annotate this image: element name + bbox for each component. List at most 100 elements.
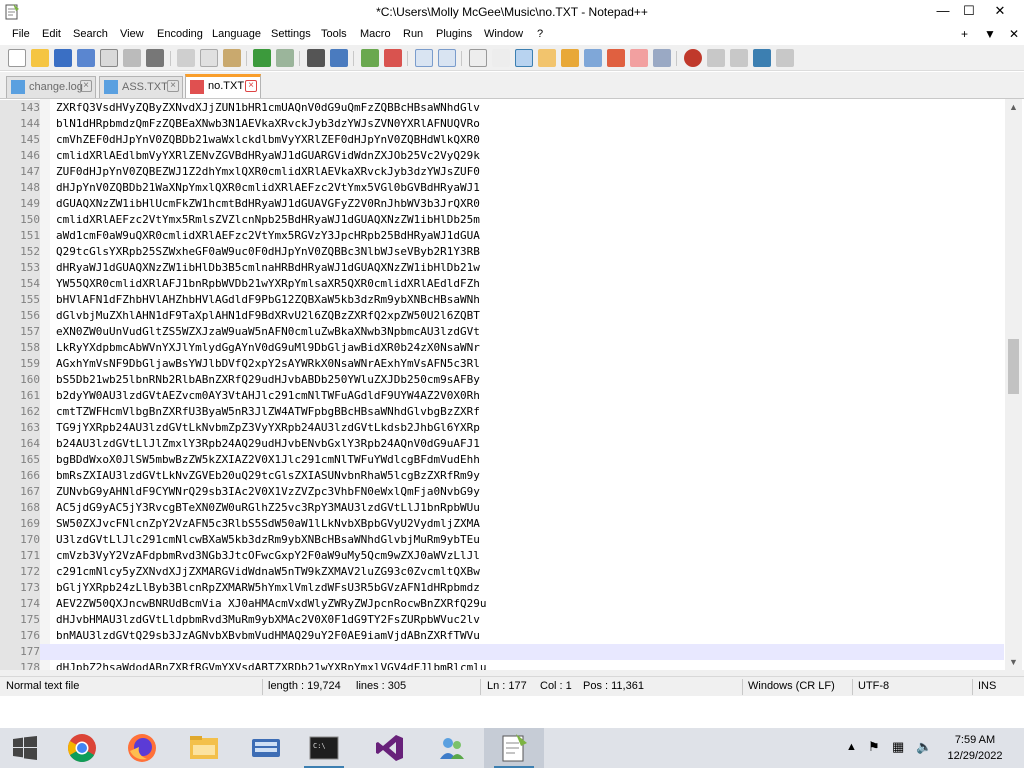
cut-icon[interactable] [177, 49, 195, 67]
editor-line[interactable]: 163 TG9jYXRpb24AU3lzdGVtLkNvbmZpZ3VyYXRpb… [0, 420, 1004, 436]
editor-line[interactable]: 151 aWd1cmF0aW9uQXR0cmlidXRlAEFzc2VtYmx5R… [0, 228, 1004, 244]
start-button[interactable] [0, 728, 50, 768]
taskbar-visual-studio[interactable] [360, 728, 420, 768]
editor-line[interactable]: 145 cmVhZEF0dHJpYnV0ZQBDb21waWxlckdlbmVyY… [0, 132, 1004, 148]
editor-line[interactable]: 147 ZUF0dHJpYnV0ZQBEZWJ1Z2dhYmxlQXR0cmlid… [0, 164, 1004, 180]
line-text[interactable]: ZUF0dHJpYnV0ZQBEZWJ1Z2dhYmxlQXR0cmlidXRl… [56, 164, 480, 180]
line-text[interactable]: Q29tcGlsYXRpb25SZWxheGF0aW9uc0F0dHJpYnV0… [56, 244, 480, 260]
flag-icon[interactable]: ⚑ [868, 739, 880, 768]
line-text[interactable]: c291cmNlcy5yZXNvdXJjZXMARGVidWdnaW5nTW9k… [56, 564, 480, 580]
editor-line[interactable]: 161 b2dyYW0AU3lzdGVtAEZvcm0AY3VtAHJlc291c… [0, 388, 1004, 404]
editor-line[interactable]: 155 bHVlAFN1dFZhbHVlAHZhbHVlAGdldF9PbG12Z… [0, 292, 1004, 308]
word-wrap-icon[interactable] [469, 49, 487, 67]
menu-view[interactable]: View [120, 28, 144, 40]
replace-icon[interactable] [330, 49, 348, 67]
indent-guide-icon[interactable] [515, 49, 533, 67]
copy-icon[interactable] [200, 49, 218, 67]
function-list-icon[interactable] [607, 49, 625, 67]
line-text[interactable]: dHRyaWJ1dGUAQXNzZW1ibHlDb3B5cmlnaHRBdHRy… [56, 260, 480, 276]
menu-search[interactable]: Search [73, 28, 108, 40]
line-text[interactable]: cmlidXRlAEFzc2VtYmx5RmlsZVZlcnNpb25BdHRy… [56, 212, 480, 228]
line-text[interactable]: dGUAQXNzZW1ibHlUcmFkZW1hcmtBdHRyaWJ1dGUA… [56, 196, 480, 212]
vertical-scrollbar[interactable]: ▲ ▼ [1005, 99, 1022, 670]
scroll-up-icon[interactable]: ▲ [1005, 99, 1022, 116]
line-text[interactable]: ZXRfQ3VsdHVyZQByZXNvdXJjZUN1bHR1cmUAQnV0… [56, 100, 480, 116]
line-text[interactable]: bgBDdWxoX0JlSW5mbwBzZW5kZXIAZ2V0X1Jlc291… [56, 452, 480, 468]
menu-macro[interactable]: Macro [360, 28, 391, 40]
tab-change-log[interactable]: change.log × [6, 76, 96, 98]
close-button[interactable]: ✕ [980, 0, 1020, 24]
scroll-down-icon[interactable]: ▼ [1005, 654, 1022, 670]
zoom-out-icon[interactable] [384, 49, 402, 67]
line-text[interactable]: LkRyYXdpbmcAbWVnYXJlYmlydGgAYnV0dG9uMl9D… [56, 340, 480, 356]
new-tab-button[interactable]: + [961, 27, 968, 41]
editor-line[interactable]: 150 cmlidXRlAEFzc2VtYmx5RmlsZVZlcnNpb25Bd… [0, 212, 1004, 228]
document-list-icon[interactable] [584, 49, 602, 67]
editor-line[interactable]: 174 AEV2ZW50QXJncwBNRUdBcmVia XJ0aHMAcmVx… [0, 596, 1004, 612]
editor-line[interactable]: 177 [0, 644, 1004, 660]
line-text[interactable]: AEV2ZW50QXJncwBNRUdBcmVia XJ0aHMAcmVxdWl… [56, 596, 486, 612]
editor-line[interactable]: 169 SW50ZXJvcFNlcnZpY2VzAFN5c3RlbS5SdW50a… [0, 516, 1004, 532]
run-macro-multiple-icon[interactable] [753, 49, 771, 67]
print-icon[interactable] [146, 49, 164, 67]
zoom-in-icon[interactable] [361, 49, 379, 67]
document-map-icon[interactable] [561, 49, 579, 67]
editor-line[interactable]: 175 dHJvbHMAU3lzdGVtLldpbmRvd3MuRm9ybXMAc… [0, 612, 1004, 628]
editor-line[interactable]: 143 ZXRfQ3VsdHVyZQByZXNvdXJjZUN1bHR1cmUAQ… [0, 100, 1004, 116]
line-text[interactable]: cmVhZEF0dHJpYnV0ZQBDb21waWxlckdlbmVyYXRl… [56, 132, 480, 148]
play-macro-icon[interactable] [730, 49, 748, 67]
line-text[interactable]: b24AU3lzdGVtLlJlZmxlY3Rpb24AQ29udHJvbENv… [56, 436, 480, 452]
menu-run[interactable]: Run [403, 28, 423, 40]
editor-line[interactable]: 168 AC5jdG9yAC5jY3RvcgBTeXN0ZW0uRGlhZ25vc… [0, 500, 1004, 516]
editor-line[interactable]: 166 bmRsZXIAU3lzdGVtLkNvZGVEb20uQ29tcGlsZ… [0, 468, 1004, 484]
editor-line[interactable]: 164 b24AU3lzdGVtLlJlZmxlY3Rpb24AQ29udHJvb… [0, 436, 1004, 452]
editor-line[interactable]: 153 dHRyaWJ1dGUAQXNzZW1ibHlDb3B5cmlnaHRBd… [0, 260, 1004, 276]
menu-file[interactable]: File [12, 28, 30, 40]
line-text[interactable]: ZUNvbG9yAHNldF9CYWNrQ29sb3IAc2V0X1VzZVZp… [56, 484, 480, 500]
close-icon[interactable]: × [80, 80, 92, 92]
editor-line[interactable]: 170 U3lzdGVtLlJlc291cmNlcwBXaW5kb3dzRm9yb… [0, 532, 1004, 548]
scroll-thumb[interactable] [1008, 339, 1019, 394]
line-text[interactable]: bmRsZXIAU3lzdGVtLkNvZGVEb20uQ29tcGlsZXIA… [56, 468, 480, 484]
close-icon[interactable]: × [245, 80, 257, 92]
line-text[interactable]: SW50ZXJvcFNlcnZpY2VzAFN5c3RlbS5SdW50aW1l… [56, 516, 480, 532]
user-language-icon[interactable] [538, 49, 556, 67]
editor-line[interactable]: 172 c291cmNlcy5yZXNvdXJjZXMARGVidWdnaW5nT… [0, 564, 1004, 580]
taskbar-firefox[interactable] [112, 728, 172, 768]
close-all-icon[interactable] [123, 49, 141, 67]
volume-icon[interactable]: 🔈 [916, 739, 932, 768]
editor-line[interactable]: 159 AGxhYmVsNF9DbGljawBsYWJlbDVfQ2xpY2sAY… [0, 356, 1004, 372]
line-text[interactable]: b2dyYW0AU3lzdGVtAEZvcm0AY3VtAHJlc291cmNl… [56, 388, 480, 404]
menu-settings[interactable]: Settings [271, 28, 311, 40]
editor-line[interactable]: 149 dGUAQXNzZW1ibHlUcmFkZW1hcmtBdHRyaWJ1d… [0, 196, 1004, 212]
taskbar-chrome[interactable] [52, 728, 112, 768]
line-text[interactable]: dHJpbZ2hsaWdodABnZXRfRGVmYXVsdABTZXRDb21… [56, 660, 486, 670]
menu-edit[interactable]: Edit [42, 28, 61, 40]
taskbar-file-explorer[interactable] [174, 728, 234, 768]
line-text[interactable]: dHJpYnV0ZQBDb21WaXNpYmxlQXR0cmlidXRlAEFz… [56, 180, 480, 196]
line-text[interactable]: bnMAU3lzdGVtQ29sb3JzAGNvbXBvbmVudHMAQ29u… [56, 628, 480, 644]
monitoring-icon[interactable] [653, 49, 671, 67]
menu-language[interactable]: Language [212, 28, 261, 40]
save-icon[interactable] [54, 49, 72, 67]
line-text[interactable]: AGxhYmVsNF9DbGljawBsYWJlbDVfQ2xpY2sAYWRk… [56, 356, 480, 372]
line-text[interactable]: bS5Db21wb25lbnRNb2RlbABnZXRfQ29udHJvbABD… [56, 372, 480, 388]
editor-line[interactable]: 156 dGlvbjMuZXhlAHN1dF9TaXplAHN1dF9BdXRvU… [0, 308, 1004, 324]
editor-line[interactable]: 144 blN1dHRpbmdzQmFzZQBEaXNwb3N1AEVkaXRvc… [0, 116, 1004, 132]
close-icon[interactable]: × [167, 80, 179, 92]
sync-horizontal-icon[interactable] [438, 49, 456, 67]
editor-line[interactable]: 167 ZUNvbG9yAHNldF9CYWNrQ29sb3IAc2V0X1VzZ… [0, 484, 1004, 500]
taskbar-clock[interactable]: 7:59 AM 12/29/2022 [935, 732, 1015, 764]
network-icon[interactable]: ▦ [892, 739, 904, 768]
line-text[interactable]: blN1dHRpbmdzQmFzZQBEaXNwb3N1AEVkaXRvckJy… [56, 116, 480, 132]
show-hidden-icons-chevron-icon[interactable]: ▲ [846, 741, 857, 768]
editor-line[interactable]: 173 bGljYXRpb24zLlByb3BlcnRpZXMARW5hYmxlV… [0, 580, 1004, 596]
menu-encoding[interactable]: Encoding [157, 28, 203, 40]
tab-list-dropdown[interactable]: ▼ [984, 27, 996, 41]
editor-line[interactable]: 176 bnMAU3lzdGVtQ29sb3JzAGNvbXBvbmVudHMAQ… [0, 628, 1004, 644]
menu-tools[interactable]: Tools [321, 28, 347, 40]
editor-line[interactable]: 152 Q29tcGlsYXRpb25SZWxheGF0aW9uc0F0dHJpY… [0, 244, 1004, 260]
new-file-icon[interactable] [8, 49, 26, 67]
editor-line[interactable]: 160 bS5Db21wb25lbnRNb2RlbABnZXRfQ29udHJvb… [0, 372, 1004, 388]
line-text[interactable]: cmVzb3VyY2VzAFdpbmRvd3NGb3JtcOFwcGxpY2F0… [56, 548, 480, 564]
